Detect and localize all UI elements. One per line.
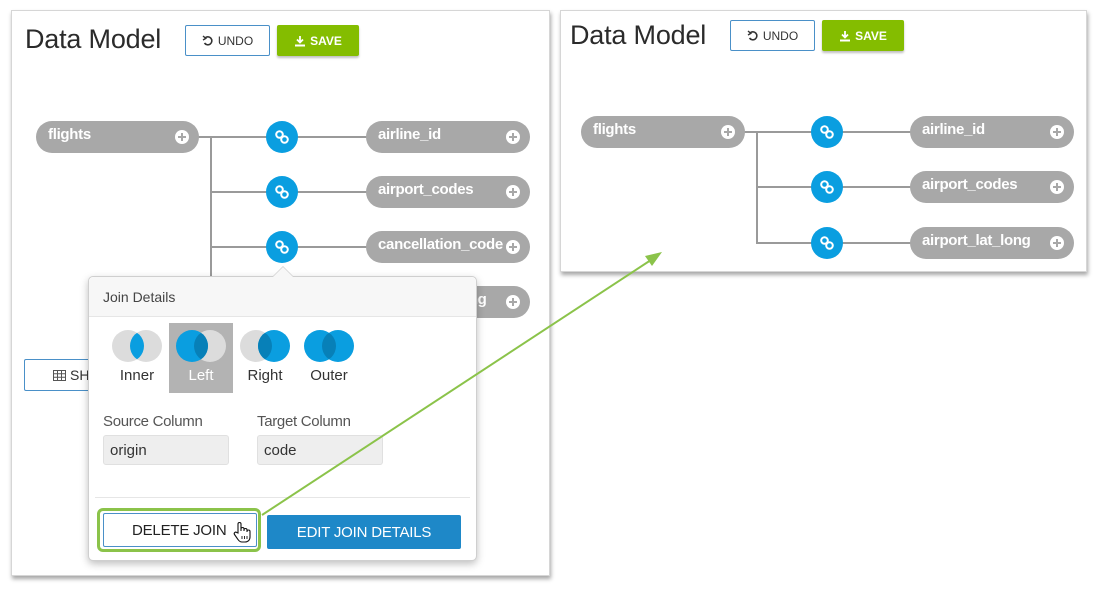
- undo-label: UNDO: [762, 28, 799, 43]
- target-column-field[interactable]: code: [257, 435, 383, 465]
- join-type-inner[interactable]: Inner: [105, 323, 169, 393]
- undo-icon: [747, 29, 758, 41]
- link-icon: [275, 185, 289, 199]
- table-node-target[interactable]: airport_codes: [366, 176, 530, 208]
- add-icon[interactable]: [506, 295, 520, 309]
- outer-join-icon: [304, 330, 354, 362]
- download-icon: [840, 30, 851, 41]
- table-name: flights: [593, 121, 636, 138]
- link-icon: [820, 125, 834, 139]
- delete-join-label: DELETE JOIN: [132, 521, 227, 539]
- table-node-target[interactable]: cancellation_code: [366, 231, 530, 263]
- join-link-button-active[interactable]: [266, 231, 298, 263]
- source-column-field[interactable]: origin: [103, 435, 229, 465]
- undo-button[interactable]: UNDO: [185, 25, 270, 56]
- table-name: flights: [48, 126, 91, 143]
- table-name: airline_id: [922, 121, 985, 138]
- table-node-target[interactable]: airline_id: [910, 116, 1074, 148]
- join-type-label: Inner: [119, 367, 155, 384]
- join-details-popover: Join Details Inner Left Right Outer Sour…: [88, 266, 477, 561]
- data-model-panel-after: Data Model UNDO SAVE flights airline_id …: [560, 10, 1087, 272]
- undo-button[interactable]: UNDO: [730, 20, 815, 51]
- join-type-label: Right: [247, 367, 283, 384]
- page-title: Data Model: [25, 24, 162, 54]
- join-link-button[interactable]: [266, 176, 298, 208]
- left-join-icon: [176, 330, 226, 362]
- table-name: airport_codes: [922, 176, 1018, 193]
- right-join-icon: [240, 330, 290, 362]
- add-icon[interactable]: [1050, 125, 1064, 139]
- hand-cursor-icon: [233, 522, 251, 543]
- join-type-selector: Inner Left Right Outer: [105, 323, 361, 393]
- join-type-label: Outer: [310, 367, 348, 384]
- table-node-target[interactable]: airport_codes: [910, 171, 1074, 203]
- table-name: cancellation_code: [378, 236, 503, 253]
- link-icon: [820, 180, 834, 194]
- inner-join-icon: [112, 330, 162, 362]
- add-icon[interactable]: [506, 240, 520, 254]
- table-name: airport_codes: [378, 181, 474, 198]
- table-name: airline_id: [378, 126, 441, 143]
- save-label: SAVE: [310, 33, 342, 48]
- table-icon: [53, 369, 66, 381]
- join-type-right[interactable]: Right: [233, 323, 297, 393]
- join-type-left[interactable]: Left: [169, 323, 233, 393]
- popover-title: Join Details: [89, 277, 476, 317]
- save-button[interactable]: SAVE: [822, 20, 904, 51]
- add-icon[interactable]: [721, 125, 735, 139]
- add-icon[interactable]: [506, 130, 520, 144]
- save-button[interactable]: SAVE: [277, 25, 359, 56]
- add-icon[interactable]: [175, 130, 189, 144]
- link-icon: [820, 236, 834, 250]
- join-link-button[interactable]: [811, 171, 843, 203]
- table-node-source[interactable]: flights: [581, 116, 745, 148]
- divider: [95, 497, 470, 498]
- show-label: SH: [70, 367, 90, 383]
- join-link-button[interactable]: [811, 116, 843, 148]
- join-type-outer[interactable]: Outer: [297, 323, 361, 393]
- add-icon[interactable]: [506, 185, 520, 199]
- join-link-button[interactable]: [266, 121, 298, 153]
- add-icon[interactable]: [1050, 180, 1064, 194]
- page-title: Data Model: [570, 20, 707, 50]
- edit-join-details-button[interactable]: EDIT JOIN DETAILS: [267, 515, 461, 549]
- save-label: SAVE: [855, 28, 887, 43]
- add-icon[interactable]: [1050, 236, 1064, 250]
- connector-trunk: [210, 136, 212, 296]
- link-icon: [275, 130, 289, 144]
- table-node-source[interactable]: flights: [36, 121, 199, 153]
- join-link-button[interactable]: [811, 227, 843, 259]
- undo-label: UNDO: [217, 33, 254, 48]
- table-node-target[interactable]: airport_lat_long: [910, 227, 1074, 259]
- target-column-label: Target Column: [257, 413, 351, 430]
- join-type-label: Left: [188, 367, 214, 384]
- table-node-target[interactable]: airline_id: [366, 121, 530, 153]
- download-icon: [295, 35, 306, 46]
- source-column-label: Source Column: [103, 413, 203, 430]
- link-icon: [275, 240, 289, 254]
- delete-join-button[interactable]: DELETE JOIN: [103, 513, 257, 547]
- table-name: airport_lat_long: [922, 232, 1031, 249]
- undo-icon: [202, 34, 213, 46]
